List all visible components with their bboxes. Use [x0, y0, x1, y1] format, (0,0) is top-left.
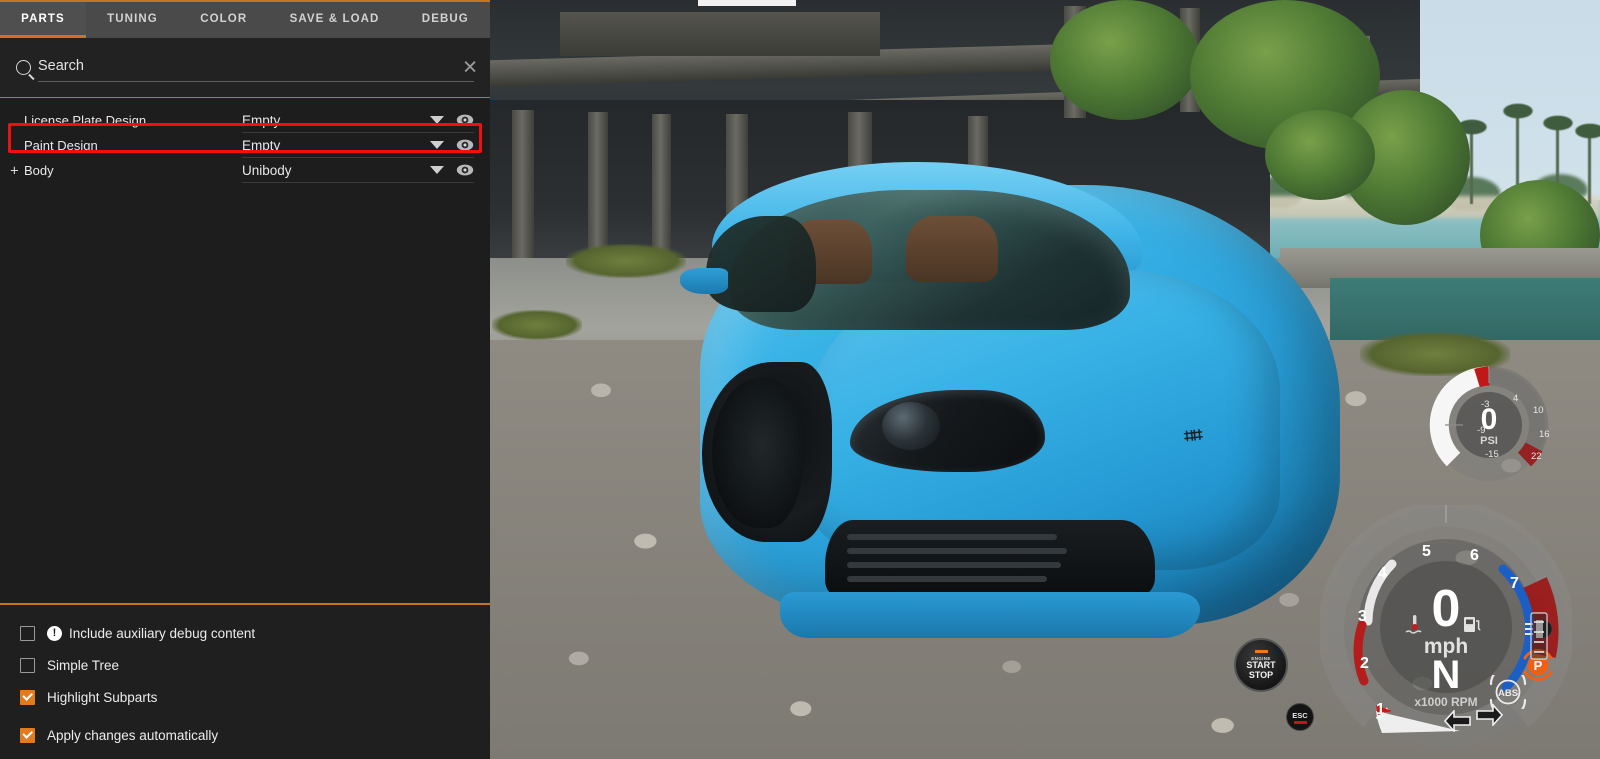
option-row-include-auxiliary-debug-content[interactable]: ! Include auxiliary debug content: [0, 617, 490, 649]
search-bar: ✕: [0, 38, 490, 98]
top-overlay-bar: [698, 0, 796, 6]
parts-list[interactable]: License Plate Design Empty Paint Design: [0, 98, 490, 603]
part-value: Unibody: [242, 162, 292, 178]
side-mirror: [680, 268, 728, 294]
front-lip-spoiler: [780, 592, 1200, 638]
svg-text:P: P: [1534, 658, 1543, 673]
overpass-railing: [560, 12, 880, 56]
warning-icon: !: [47, 625, 62, 641]
checkbox-include-auxiliary-debug-content[interactable]: [20, 625, 35, 641]
option-label: Highlight Subparts: [47, 689, 158, 705]
visibility-eye-icon[interactable]: [456, 114, 474, 126]
option-label: Include auxiliary debug content: [69, 625, 256, 641]
support-pillar: [512, 110, 534, 270]
gear-selector-icon: [1530, 612, 1548, 660]
option-row-highlight-subparts[interactable]: Highlight Subparts: [0, 681, 490, 713]
part-label: License Plate Design: [24, 113, 147, 128]
tab-save-load[interactable]: SAVE & LOAD: [268, 2, 400, 38]
checkbox-apply-changes-automatically[interactable]: [20, 727, 35, 743]
visibility-eye-icon[interactable]: [456, 164, 474, 176]
esc-bar: [1293, 721, 1307, 724]
turn-right-icon: [1476, 704, 1503, 726]
search-input[interactable]: [38, 53, 474, 82]
front-grille: [825, 520, 1155, 598]
checkbox-simple-tree[interactable]: [20, 657, 35, 673]
checkbox-highlight-subparts[interactable]: [20, 689, 35, 705]
esc-label: ESC: [1292, 710, 1308, 720]
part-row-body[interactable]: + Body Unibody: [0, 158, 490, 183]
part-configurator-panel: PARTS TUNING COLOR SAVE & LOAD DEBUG ✕ L…: [0, 0, 490, 759]
part-value: Empty: [242, 137, 281, 153]
chevron-down-icon[interactable]: [430, 116, 444, 124]
options-footer: ! Include auxiliary debug content Simple…: [0, 603, 490, 759]
visibility-eye-icon[interactable]: [456, 139, 474, 151]
engine-indicator-dash: [1254, 650, 1268, 654]
option-label: Simple Tree: [47, 657, 120, 673]
option-row-apply-changes-automatically[interactable]: Apply changes automatically: [0, 719, 490, 751]
tab-color[interactable]: COLOR: [179, 2, 268, 38]
front-wheel: [712, 378, 804, 528]
search-icon: [16, 60, 31, 75]
esc-status-badge: ESC: [1286, 703, 1314, 731]
tab-debug[interactable]: DEBUG: [401, 2, 490, 38]
part-row-paint-design[interactable]: Paint Design Empty: [0, 133, 490, 158]
vehicle-model[interactable]: ⌗⌗: [660, 140, 1380, 700]
part-label: Paint Design: [24, 138, 98, 153]
palm-tree: [1454, 118, 1490, 204]
engine-button-line3: STOP: [1248, 669, 1274, 680]
tab-parts[interactable]: PARTS: [0, 2, 86, 38]
engine-start-stop-button[interactable]: ENGINE START STOP: [1234, 638, 1288, 692]
option-row-simple-tree[interactable]: Simple Tree: [0, 649, 490, 681]
expand-plus-icon[interactable]: +: [10, 163, 19, 178]
tire-pressure-gauge: [1429, 366, 1549, 481]
chevron-down-icon[interactable]: [430, 166, 444, 174]
turn-left-icon: [1444, 710, 1471, 732]
clear-search-icon[interactable]: ✕: [462, 58, 478, 77]
part-row-license-plate-design[interactable]: License Plate Design Empty: [0, 108, 490, 133]
svg-text:ABS: ABS: [1498, 688, 1518, 699]
chevron-down-icon[interactable]: [430, 141, 444, 149]
tab-bar: PARTS TUNING COLOR SAVE & LOAD DEBUG: [0, 0, 490, 38]
grass-patch: [492, 310, 582, 340]
palm-tree: [1572, 122, 1600, 204]
headlight-lens: [882, 402, 940, 450]
part-value: Empty: [242, 112, 281, 128]
car-seat: [906, 216, 998, 282]
option-label: Apply changes automatically: [47, 727, 219, 743]
part-label: Body: [24, 163, 54, 178]
app-root: ⌗⌗ 0 PSI -3 -9 -15 4 10 16 22 0 mph N x1…: [0, 0, 1600, 759]
tab-tuning[interactable]: TUNING: [86, 2, 179, 38]
foliage: [1050, 0, 1200, 120]
